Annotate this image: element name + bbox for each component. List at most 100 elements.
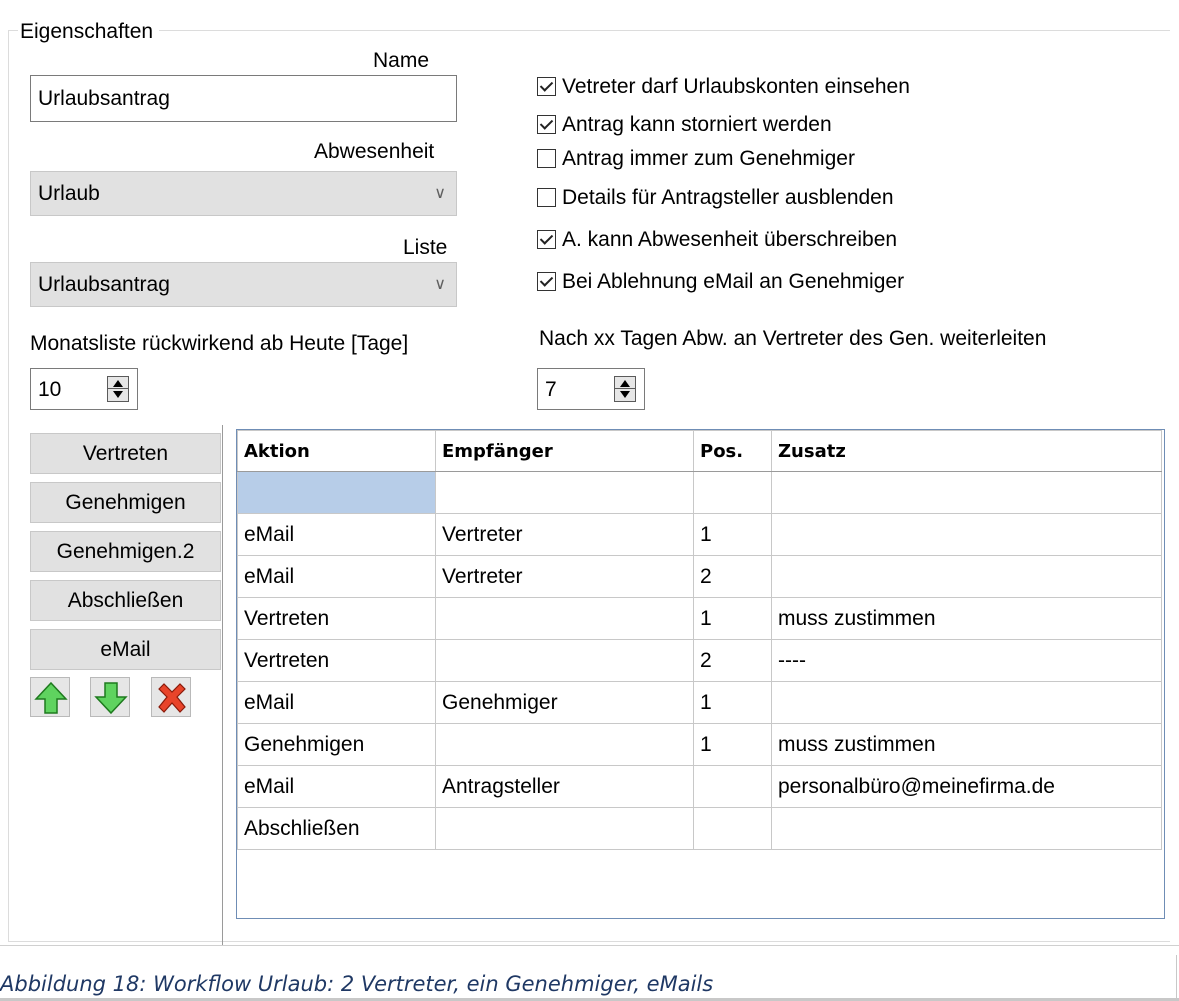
table-row[interactable]: eMail Vertreter 2 (237, 555, 1162, 598)
abschliessen-button[interactable]: Abschließen (30, 580, 221, 621)
table-row[interactable]: eMail Antragsteller personalbüro@meinefi… (237, 765, 1162, 808)
checkbox-details-ausblenden[interactable]: Details für Antragsteller ausblenden (537, 184, 894, 212)
table-cell[interactable] (771, 555, 1162, 598)
table-cell[interactable]: muss zustimmen (771, 597, 1162, 640)
table-cell[interactable]: Vertreter (435, 555, 694, 598)
table-cell[interactable]: ---- (771, 639, 1162, 682)
table-cell[interactable]: Antragsteller (435, 765, 694, 808)
workflow-table: Aktion Empfänger Pos. Zusatz eMail Vertr… (237, 430, 1162, 850)
liste-select[interactable]: Urlaubsantrag ∨ (30, 262, 457, 307)
table-cell[interactable] (771, 471, 1162, 514)
table-cell[interactable]: Vertreten (237, 597, 436, 640)
abwesenheit-label: Abwesenheit (314, 140, 435, 163)
table-cell[interactable] (435, 639, 694, 682)
liste-value: Urlaubsantrag (38, 273, 170, 296)
table-cell[interactable]: eMail (237, 681, 436, 724)
table-cell[interactable]: Abschließen (237, 807, 436, 850)
table-cell[interactable]: 1 (693, 513, 772, 556)
table-row[interactable]: Abschließen (237, 807, 1162, 850)
chevron-down-icon: ∨ (434, 276, 446, 293)
table-row[interactable] (237, 471, 1162, 514)
table-cell[interactable] (771, 513, 1162, 556)
checkbox-box[interactable] (537, 188, 556, 207)
table-cell[interactable]: eMail (237, 513, 436, 556)
table-cell[interactable] (771, 807, 1162, 850)
sidebar-divider (222, 425, 223, 945)
figure-caption: Abbildung 18: Workflow Urlaub: 2 Vertret… (0, 972, 714, 996)
divider (0, 945, 1179, 946)
abwesenheit-value: Urlaub (38, 182, 100, 205)
checkbox-label: A. kann Abwesenheit überschreiben (562, 228, 898, 251)
vertreten-button[interactable]: Vertreten (30, 433, 221, 474)
checkbox-label: Bei Ablehnung eMail an Genehmiger (562, 270, 905, 293)
table-cell[interactable]: eMail (237, 765, 436, 808)
email-button[interactable]: eMail (30, 629, 221, 670)
checkbox-label: Antrag immer zum Genehmiger (562, 147, 855, 170)
table-cell[interactable] (693, 471, 772, 514)
table-cell[interactable]: 1 (693, 597, 772, 640)
table-cell[interactable]: Vertreten (237, 639, 436, 682)
table-row[interactable]: Vertreten 2 ---- (237, 639, 1162, 682)
table-row[interactable]: Genehmigen 1 muss zustimmen (237, 723, 1162, 766)
checkbox-box[interactable] (537, 115, 556, 134)
weiterleiten-value: 7 (545, 378, 557, 401)
chevron-down-icon: ∨ (434, 185, 446, 202)
table-cell[interactable]: 1 (693, 723, 772, 766)
table-cell[interactable]: 2 (693, 555, 772, 598)
abwesenheit-select[interactable]: Urlaub ∨ (30, 171, 457, 216)
weiterleiten-label: Nach xx Tagen Abw. an Vertreter des Gen.… (539, 327, 1047, 350)
arrow-down-icon (94, 682, 128, 715)
table-cell[interactable]: eMail (237, 555, 436, 598)
table-cell[interactable]: 2 (693, 639, 772, 682)
delete-button[interactable] (151, 677, 191, 717)
arrow-up-icon (34, 681, 68, 714)
table-cell[interactable]: personalbüro@meinefirma.de (771, 765, 1162, 808)
table-cell[interactable]: muss zustimmen (771, 723, 1162, 766)
spinner-updown-icon[interactable] (614, 376, 636, 402)
table-cell[interactable] (237, 471, 436, 514)
table-row[interactable]: eMail Genehmiger 1 (237, 681, 1162, 724)
table-cell[interactable]: 1 (693, 681, 772, 724)
liste-label: Liste (403, 236, 448, 259)
table-cell[interactable] (435, 723, 694, 766)
column-header-pos[interactable]: Pos. (693, 430, 772, 472)
table-row[interactable]: eMail Vertreter 1 (237, 513, 1162, 556)
genehmigen2-button[interactable]: Genehmigen.2 (30, 531, 221, 572)
move-up-button[interactable] (30, 677, 70, 717)
workflow-grid[interactable]: Aktion Empfänger Pos. Zusatz eMail Vertr… (236, 429, 1165, 919)
checkbox-box[interactable] (537, 230, 556, 249)
table-cell[interactable] (693, 765, 772, 808)
table-cell[interactable] (435, 471, 694, 514)
name-label: Name (373, 49, 430, 72)
table-cell[interactable]: Genehmigen (237, 723, 436, 766)
name-input[interactable] (30, 75, 457, 122)
table-cell[interactable] (435, 807, 694, 850)
spinner-updown-icon[interactable] (107, 376, 129, 402)
column-header-aktion[interactable]: Aktion (237, 430, 436, 472)
table-header-row: Aktion Empfänger Pos. Zusatz (237, 430, 1162, 472)
column-header-zusatz[interactable]: Zusatz (771, 430, 1162, 472)
checkbox-label: Antrag kann storniert werden (562, 113, 832, 136)
table-cell[interactable]: Genehmiger (435, 681, 694, 724)
weiterleiten-spinner[interactable]: 7 (537, 368, 645, 410)
checkbox-antrag-storniert[interactable]: Antrag kann storniert werden (537, 111, 832, 139)
monatsliste-label: Monatsliste rückwirkend ab Heute [Tage] (30, 332, 409, 355)
checkbox-ablehnung-email[interactable]: Bei Ablehnung eMail an Genehmiger (537, 268, 904, 296)
checkbox-abwesenheit-ueberschreiben[interactable]: A. kann Abwesenheit überschreiben (537, 226, 897, 254)
table-cell[interactable]: Vertreter (435, 513, 694, 556)
checkbox-antrag-genehmiger[interactable]: Antrag immer zum Genehmiger (537, 145, 855, 173)
table-cell[interactable] (771, 681, 1162, 724)
table-cell[interactable] (435, 597, 694, 640)
column-header-empfaenger[interactable]: Empfänger (435, 430, 694, 472)
checkbox-vertreter-urlaubskonten[interactable]: Vetreter darf Urlaubskonten einsehen (537, 73, 910, 101)
table-row[interactable]: Vertreten 1 muss zustimmen (237, 597, 1162, 640)
table-cell[interactable] (693, 807, 772, 850)
checkbox-box[interactable] (537, 77, 556, 96)
genehmigen-button[interactable]: Genehmigen (30, 482, 221, 523)
delete-icon (158, 683, 186, 713)
monatsliste-value: 10 (38, 378, 62, 401)
checkbox-box[interactable] (537, 272, 556, 291)
move-down-button[interactable] (90, 677, 130, 717)
checkbox-box[interactable] (537, 149, 556, 168)
monatsliste-spinner[interactable]: 10 (30, 368, 138, 410)
